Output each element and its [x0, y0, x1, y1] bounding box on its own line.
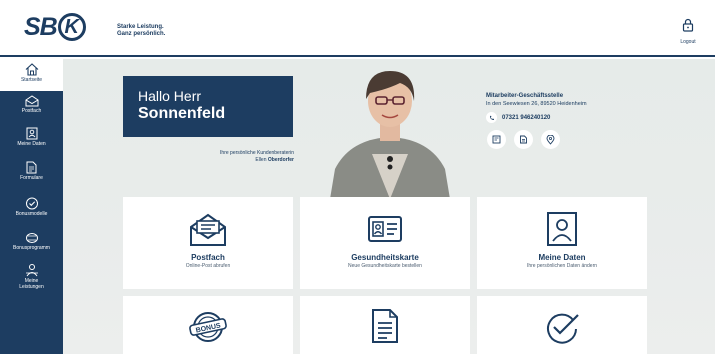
sidebar-item-label: Meine Daten	[17, 141, 46, 147]
tile-meine-daten[interactable]: Meine Daten Ihre persönlichen Daten ände…	[477, 197, 647, 289]
tile-subtitle: Ihre persönlichen Daten ändern	[526, 263, 598, 269]
greeting-salutation: Hallo Herr	[138, 88, 202, 104]
advisor-last-name: Oberdorfer	[267, 157, 294, 163]
health-card-icon	[368, 216, 402, 242]
tile-formulare[interactable]	[300, 296, 470, 354]
tagline-line2: Ganz persönlich.	[117, 31, 166, 37]
logout-label: Logout	[680, 39, 696, 45]
logo-text: SB	[24, 12, 58, 41]
office-phone-number: 07321 946240120	[502, 114, 551, 121]
document-icon	[26, 161, 37, 174]
message-icon	[492, 135, 501, 144]
profile-icon	[547, 212, 577, 246]
mailbox-icon	[25, 95, 38, 107]
tagline-line1: Starke Leistung.	[117, 24, 164, 30]
form-icon	[520, 135, 527, 144]
sidebar-item-label: Bonusprogramm	[13, 245, 50, 251]
sidebar: Startseite Postfach Meine Daten Formular…	[0, 59, 63, 354]
greeting-box: Hallo Herr Sonnenfeld	[123, 76, 293, 137]
office-actions	[487, 130, 560, 149]
piggy-icon	[25, 233, 38, 243]
sidebar-item-label: Startseite	[20, 77, 43, 83]
tile-title: Meine Daten	[538, 253, 586, 262]
contact-form-button[interactable]	[514, 130, 533, 149]
logout-button[interactable]: Logout	[675, 18, 701, 45]
advisor-caption: Ihre persönliche Kundenberaterin	[220, 150, 294, 156]
sidebar-item-postfach[interactable]: Postfach	[0, 95, 63, 123]
sidebar-item-startseite[interactable]: Startseite	[0, 59, 63, 91]
map-pin-icon	[546, 134, 555, 145]
tile-bonus[interactable]: BONUS	[123, 296, 293, 354]
logo-k-circle: K	[57, 13, 86, 41]
form-document-icon	[372, 309, 398, 343]
sidebar-item-bonusmodelle[interactable]: Bonusmodelle	[0, 197, 63, 225]
home-icon	[25, 63, 38, 76]
sidebar-item-label: Bonusmodelle	[15, 211, 48, 217]
advisor-first-name: Ellen	[255, 157, 267, 163]
check-badge-icon	[547, 313, 579, 344]
tile-leistungen[interactable]	[477, 296, 647, 354]
tile-subtitle: Neue Gesundheitskarte bestellen	[348, 263, 422, 269]
sidebar-item-label-line2: Leistungen	[19, 284, 44, 290]
sidebar-item-meine-daten[interactable]: Meine Daten	[0, 127, 63, 155]
location-button[interactable]	[541, 130, 560, 149]
office-address: In den Seewiesen 26, 89520 Heidenheim	[486, 101, 587, 107]
tile-title: Postfach	[191, 253, 225, 262]
envelope-icon	[190, 213, 226, 246]
tagline: Starke Leistung. Ganz persönlich.	[117, 24, 165, 38]
bonus-badge-icon: BONUS	[189, 312, 227, 342]
tile-gesundheitskarte[interactable]: Gesundheitskarte Neue Gesundheitskarte b…	[300, 197, 470, 289]
sidebar-item-formulare[interactable]: Formulare	[0, 161, 63, 189]
tile-title: Gesundheitskarte	[351, 253, 419, 262]
lock-icon	[682, 18, 694, 32]
greeting-name: Sonnenfeld	[138, 105, 226, 122]
tile-postfach[interactable]: Postfach Online-Post abrufen	[123, 197, 293, 289]
sidebar-item-label: Postfach	[21, 108, 42, 114]
callback-button[interactable]	[487, 130, 506, 149]
office-info: Mitarbeiter-Geschäftsstelle In den Seewi…	[486, 92, 636, 123]
bonus-icon	[25, 197, 38, 210]
id-card-icon	[26, 127, 37, 140]
person-benefits-icon	[25, 264, 38, 277]
top-bar: SB K Starke Leistung. Ganz persönlich. L…	[0, 0, 715, 57]
sbk-logo[interactable]: SB K	[24, 12, 86, 41]
tile-subtitle: Online-Post abrufen	[185, 263, 231, 269]
phone-icon	[486, 112, 497, 123]
advisor-info: Ihre persönliche Kundenberaterin Ellen O…	[170, 150, 294, 164]
sidebar-item-bonusprogramm[interactable]: Bonusprogramm	[0, 231, 63, 259]
sidebar-item-label: Formulare	[20, 175, 43, 181]
sidebar-item-meine-leistungen[interactable]: Meine Leistungen	[0, 263, 63, 303]
office-phone[interactable]: 07321 946240120	[486, 112, 636, 123]
office-title: Mitarbeiter-Geschäftsstelle	[486, 93, 564, 99]
